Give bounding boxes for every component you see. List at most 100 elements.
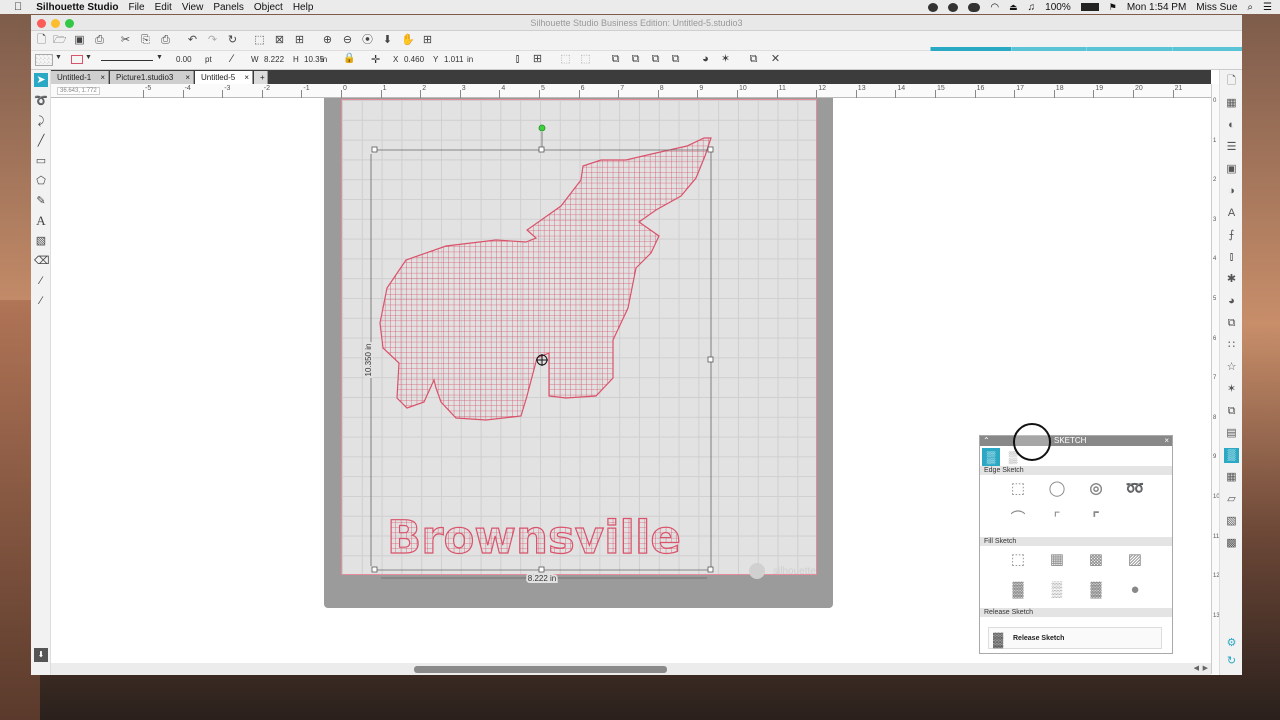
eject-icon[interactable]: ⏏ (1009, 2, 1018, 13)
line-tool-icon[interactable]: ∕ (231, 53, 233, 65)
curve-tool-icon[interactable]: ⤸ (34, 114, 48, 128)
edge-corner-icon[interactable]: ⌜ (1047, 509, 1067, 529)
flag-icon[interactable]: ⚑ (1109, 2, 1117, 13)
line-color-dropdown-icon[interactable]: ▼ (85, 54, 92, 61)
knife-tool-icon[interactable]: ∕ (34, 274, 48, 288)
status-app-icon[interactable] (948, 2, 959, 12)
transform-icon[interactable]: ▦ (1224, 96, 1239, 111)
fill-pattern-icon[interactable]: ▣ (1224, 162, 1239, 177)
zoom-out-icon[interactable]: ⊖ (341, 34, 354, 47)
line-color-swatch[interactable] (71, 55, 83, 64)
select-tool-icon[interactable]: ➤ (34, 73, 48, 87)
ungroup-icon[interactable]: ⬚ (579, 53, 592, 66)
fill-diagonal-icon[interactable]: ▨ (1125, 550, 1145, 570)
copy-icon[interactable]: ⎘ (139, 34, 152, 47)
scroll-right-arrow-icon[interactable]: ▶ (1203, 664, 1208, 672)
text-style-icon[interactable]: A (1224, 206, 1239, 221)
user-name[interactable]: Miss Sue (1196, 2, 1237, 13)
zoom-selection-icon[interactable]: ⦿ (361, 34, 374, 47)
clock[interactable]: Mon 1:54 PM (1127, 2, 1186, 13)
star-icon[interactable]: ☆ (1224, 360, 1239, 375)
cut-icon[interactable]: ✂ (119, 34, 132, 47)
doc-tab-picture1[interactable]: Picture1.studio3 × (110, 71, 194, 84)
position-icon[interactable]: ✛ (371, 53, 380, 66)
fill-dense-wave-icon[interactable]: ▓ (1086, 580, 1106, 600)
open-folder-icon[interactable]: 🗁 (53, 34, 67, 47)
knife-panel-icon[interactable]: ⧉ (1224, 404, 1239, 419)
fill-crosshatch-icon[interactable]: ▩ (1086, 550, 1106, 570)
sketch-panel-icon[interactable]: ▒ (1224, 448, 1239, 463)
horizontal-scrollbar[interactable]: ◀ ▶ (51, 663, 1211, 675)
warp-icon[interactable]: ▱ (1224, 492, 1239, 507)
rhinestone-icon[interactable]: ∷ (1224, 338, 1239, 353)
group-icon[interactable]: ⬚ (559, 53, 572, 66)
sync-icon[interactable]: ↻ (1224, 654, 1239, 669)
paste-icon[interactable]: ⎙ (159, 34, 172, 47)
replicate-icon[interactable]: ⧉ (747, 53, 760, 66)
print-icon[interactable]: ⎙ (93, 34, 106, 47)
lock-aspect-icon[interactable]: 🔒 (343, 53, 355, 64)
layers-panel-icon[interactable]: ▤ (1224, 426, 1239, 441)
line-style-select[interactable] (101, 60, 153, 61)
close-panel-icon[interactable]: × (1164, 436, 1169, 446)
layers-icon[interactable]: ⬇ (34, 648, 48, 662)
bring-forward-icon[interactable]: ⧉ (629, 53, 642, 66)
y-input[interactable]: 1.011 (444, 55, 463, 64)
close-tab-icon[interactable]: × (244, 71, 249, 84)
pan-hand-icon[interactable]: ✋ (401, 34, 415, 47)
fill-grid-icon[interactable]: ▦ (1047, 550, 1067, 570)
fill-tool-icon[interactable]: ▧ (34, 234, 48, 248)
fill-dropdown-icon[interactable]: ▼ (55, 54, 62, 61)
delete-icon[interactable]: ✕ (769, 53, 782, 66)
eyedropper-tool-icon[interactable]: ∕ (34, 294, 48, 308)
x-input[interactable]: 0.460 (404, 55, 424, 64)
close-window-button[interactable] (37, 19, 46, 28)
align-panel-icon[interactable]: ⫾ (1224, 250, 1239, 265)
select-by-color-icon[interactable]: ⊞ (293, 34, 306, 47)
menu-edit[interactable]: Edit (155, 2, 172, 13)
fill-pattern-swatch[interactable] (35, 54, 53, 66)
fill-none-icon[interactable]: ⬚ (1008, 550, 1028, 570)
sketch-tab-icon[interactable]: ▒ (982, 448, 1000, 466)
apple-icon[interactable]:  (14, 1, 22, 13)
close-tab-icon[interactable]: × (100, 71, 105, 84)
rotate-handle[interactable] (538, 124, 546, 132)
doc-tab-untitled-5[interactable]: Untitled-5 × (195, 71, 253, 84)
edge-dashed-rect-icon[interactable]: ⬚ (1008, 479, 1028, 499)
weld-icon[interactable]: ◕ (699, 53, 712, 66)
status-record-icon[interactable] (928, 2, 939, 12)
send-backward-icon[interactable]: ⧉ (649, 53, 662, 66)
edge-circle-icon[interactable]: ◯ (1047, 479, 1067, 499)
fit-window-icon[interactable]: ⊞ (421, 34, 434, 47)
doc-tab-untitled-1[interactable]: Untitled-1 × (51, 71, 109, 84)
bring-front-icon[interactable]: ⧉ (609, 53, 622, 66)
spotlight-icon[interactable]: ⌕ (1247, 2, 1253, 13)
polar-bear-shape[interactable] (379, 137, 712, 421)
line-tool-icon[interactable]: ╱ (34, 134, 48, 148)
gradient-icon[interactable]: ◑ (1224, 184, 1239, 199)
select-all-icon[interactable]: ⬚ (253, 34, 266, 47)
edge-thick-circle-icon[interactable]: ◎ (1086, 479, 1106, 499)
menu-view[interactable]: View (182, 2, 204, 13)
design-text-brownsville[interactable]: Brownsville (386, 510, 681, 564)
fill-scribble-icon[interactable]: ▓ (1008, 580, 1028, 600)
minimize-window-button[interactable] (51, 19, 60, 28)
align-icon[interactable]: ⫾ (511, 53, 524, 66)
width-input[interactable]: 8.222 (264, 55, 284, 64)
scroll-left-arrow-icon[interactable]: ◀ (1194, 664, 1199, 672)
zoom-in-icon[interactable]: ⊕ (321, 34, 334, 47)
deselect-icon[interactable]: ⊠ (273, 34, 286, 47)
edge-scribble-icon[interactable]: ➿ (1125, 479, 1145, 499)
fit-page-icon[interactable]: ⬇ (381, 34, 394, 47)
point-editor-icon[interactable]: ✶ (1224, 382, 1239, 397)
line-style-dropdown-icon[interactable]: ▼ (156, 54, 163, 61)
edge-shadow-corner-icon[interactable]: ⌜ (1086, 509, 1106, 529)
center-page-icon[interactable]: ⊞ (531, 53, 544, 66)
new-tab-button[interactable]: + (254, 71, 268, 84)
image-effects-icon[interactable]: ▩ (1224, 536, 1239, 551)
redo-icon[interactable]: ↷ (206, 34, 219, 47)
send-back-icon[interactable]: ⧉ (669, 53, 682, 66)
eraser-tool-icon[interactable]: ⌫ (34, 254, 50, 268)
volume-icon[interactable]: ♫ (1028, 2, 1036, 13)
menu-object[interactable]: Object (254, 2, 283, 13)
